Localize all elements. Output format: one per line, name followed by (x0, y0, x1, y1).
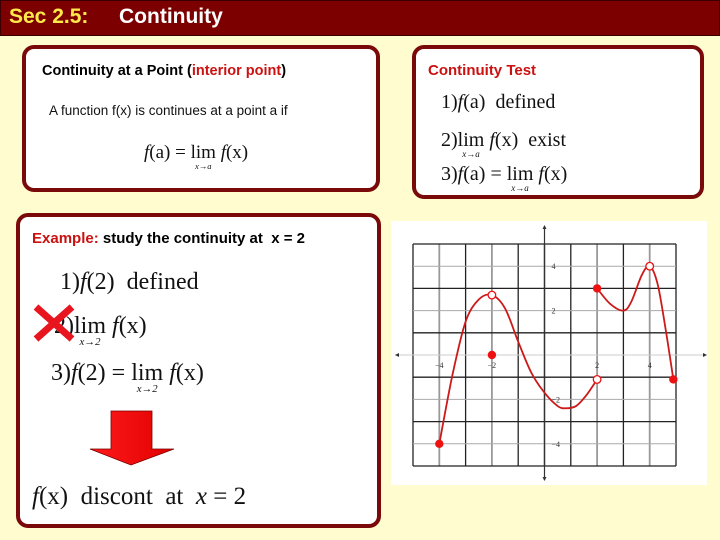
conclusion-arg: (x) (38, 483, 69, 510)
example-label: Example: (32, 230, 99, 247)
item-number: 1) (441, 91, 458, 113)
formula-arg2: (x) (225, 142, 249, 163)
item-number: 2) (441, 129, 458, 151)
example-step-3: 3)f(2) = lim x→2 f(x) (51, 360, 204, 395)
function-graph: −4 −2 2 4 4 2 −2 −4 (391, 221, 707, 485)
item-eq: = (485, 163, 507, 185)
step-f: f (80, 269, 87, 295)
section-number: Sec 2.5: (9, 5, 89, 28)
limit-operator: lim x→2 (131, 360, 164, 395)
limit-operator: lim x→2 (74, 313, 107, 348)
test-item-2: 2)lim x→a f(x) exist (441, 129, 567, 159)
definition-heading: Continuity at a Point (interior point) (42, 63, 286, 79)
definition-formula: f(a) = lim x→a f(x) (144, 142, 249, 171)
continuity-test-box: Continuity Test 1)f(a) defined 2)lim x→a … (412, 45, 704, 199)
item-arg: (a) (463, 163, 486, 185)
definition-box: Continuity at a Point (interior point) A… (22, 45, 380, 192)
x-tick-label: −2 (488, 361, 497, 370)
conclusion-text: discont at (68, 483, 196, 510)
step-f2: f (169, 360, 176, 386)
step-arg2: (x) (175, 360, 204, 386)
function-curve (596, 265, 675, 380)
lim-text: lim (506, 163, 534, 185)
filled-point-marker (487, 350, 497, 360)
definition-text: A function f(x) is continues at a point … (49, 103, 288, 118)
step-f: f (71, 360, 78, 386)
filled-point-marker (592, 284, 602, 293)
open-point-marker (592, 374, 602, 384)
x-axis-arrow-left (395, 353, 399, 357)
conclusion-var: x (195, 483, 207, 510)
step-eq: = (105, 360, 132, 386)
heading-prefix: Continuity at a Point ( (42, 63, 192, 79)
item-number: 3) (441, 163, 458, 185)
step-number: 1) (60, 269, 80, 295)
example-conclusion: f(x) discont at x = 2 (32, 483, 246, 511)
step-arg: (2) (86, 269, 115, 295)
open-point-marker (487, 290, 497, 300)
lim-text: lim (190, 142, 216, 163)
lim-subscript: x→2 (136, 383, 158, 396)
step-f: f (112, 313, 119, 339)
formula-arg: (a) (149, 142, 171, 163)
x-tick-label: −4 (435, 361, 444, 370)
item-arg: (a) (463, 91, 486, 113)
lim-subscript: x→a (462, 148, 480, 159)
lim-subscript: x→2 (79, 336, 101, 349)
slide-header: Sec 2.5: Continuity (0, 0, 720, 36)
step-tail: defined (114, 269, 199, 295)
filled-point-marker (669, 375, 678, 384)
x-tick-label: 4 (648, 361, 652, 370)
lim-text: lim (131, 360, 164, 386)
slide-title: Continuity (119, 5, 223, 28)
y-tick-label: −4 (552, 440, 561, 449)
x-axis-arrow-right (703, 353, 707, 357)
x-tick-label: 2 (595, 361, 599, 370)
conclusion-value: = 2 (206, 483, 247, 510)
limit-operator: lim x→a (457, 129, 485, 159)
lim-subscript: x→a (511, 182, 529, 193)
example-text: study the continuity at x = 2 (98, 230, 305, 247)
step-number: 3) (51, 360, 71, 386)
lim-text: lim (457, 129, 485, 151)
conclusion-f: f (32, 483, 39, 510)
cross-mark-icon (33, 304, 75, 342)
heading-highlight: interior point (191, 63, 282, 79)
y-tick-label: 4 (552, 262, 556, 271)
example-heading: Example: study the continuity at x = 2 (32, 230, 305, 247)
filled-point-marker (435, 439, 444, 448)
item-arg: (x) (494, 129, 519, 151)
test-heading: Continuity Test (428, 62, 537, 79)
y-axis-arrow-down (542, 477, 547, 481)
item-tail: exist (518, 129, 567, 151)
limit-operator: lim x→a (506, 163, 534, 193)
item-tail: defined (485, 91, 556, 113)
example-box: Example: study the continuity at x = 2 1… (16, 213, 381, 528)
step-arg: (2) (77, 360, 106, 386)
item-arg2: (x) (543, 163, 568, 185)
limit-operator: lim x→a (190, 142, 216, 171)
graph-canvas: −4 −2 2 442−2−4 (395, 225, 707, 481)
lim-subscript: x→a (194, 161, 212, 172)
lim-text: lim (74, 313, 107, 339)
step-arg: (x) (118, 313, 147, 339)
open-point-marker (645, 261, 655, 271)
test-item-1: 1)f(a) defined (441, 91, 555, 114)
example-step-1: 1)f(2) defined (60, 269, 199, 296)
formula-eq: = (170, 142, 191, 163)
heading-suffix: ) (281, 63, 287, 79)
y-tick-label: 2 (552, 307, 556, 316)
down-arrow-icon (89, 410, 175, 466)
test-item-3: 3)f(a) = lim x→a f(x) (441, 163, 568, 193)
y-axis-arrow-up (542, 225, 547, 229)
